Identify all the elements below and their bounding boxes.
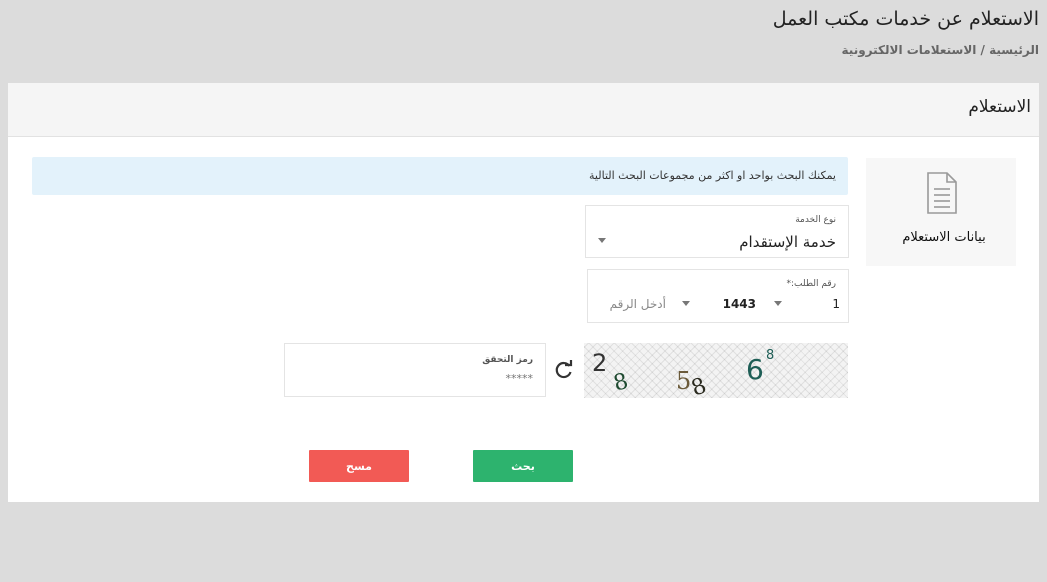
- info-alert: يمكنك البحث بواحد او اكثر من مجموعات الب…: [32, 157, 848, 195]
- svg-text:6: 6: [746, 353, 764, 386]
- captcha-image: 2 8 5 8 6 8: [584, 343, 848, 402]
- info-text: يمكنك البحث بواحد او اكثر من مجموعات الب…: [589, 169, 836, 182]
- inquiry-panel: الاستعلام بيانات الاستعلام يمكنك البحث ب…: [8, 83, 1039, 502]
- svg-text:8: 8: [611, 369, 631, 397]
- document-icon: [926, 172, 958, 218]
- request-part1-select[interactable]: 1: [832, 297, 840, 311]
- breadcrumb[interactable]: الرئيسية / الاستعلامات الالكترونية: [842, 43, 1039, 57]
- svg-text:8: 8: [766, 348, 774, 363]
- service-type-select[interactable]: نوع الخدمة خدمة الإستقدام: [585, 205, 849, 258]
- request-number-field[interactable]: رقم الطلب:* 1 1443 أدخل الرقم: [587, 269, 849, 323]
- panel-header: الاستعلام: [8, 83, 1039, 137]
- clear-button[interactable]: مسح: [309, 450, 409, 482]
- service-type-label: نوع الخدمة: [795, 215, 836, 225]
- tab-inquiry-data-label: بيانات الاستعلام: [902, 230, 986, 245]
- request-number-label: رقم الطلب:*: [786, 279, 836, 289]
- chevron-down-icon: [774, 301, 782, 306]
- tab-inquiry-data[interactable]: بيانات الاستعلام: [866, 158, 1016, 266]
- request-year-select[interactable]: 1443: [723, 297, 756, 311]
- svg-text:2: 2: [592, 349, 607, 377]
- verification-code-field[interactable]: رمز التحقق: [284, 343, 546, 397]
- page-title: الاستعلام عن خدمات مكتب العمل: [772, 8, 1039, 30]
- chevron-down-icon: [598, 238, 606, 243]
- svg-text:8: 8: [688, 373, 710, 398]
- search-button[interactable]: بحث: [473, 450, 573, 482]
- verification-code-label: رمز التحقق: [482, 355, 533, 365]
- verification-code-input[interactable]: [333, 372, 533, 385]
- request-number-input[interactable]: أدخل الرقم: [610, 297, 666, 311]
- service-type-value: خدمة الإستقدام: [739, 233, 836, 251]
- panel-title: الاستعلام: [968, 97, 1031, 117]
- refresh-captcha-icon[interactable]: [554, 360, 574, 384]
- chevron-down-icon: [682, 301, 690, 306]
